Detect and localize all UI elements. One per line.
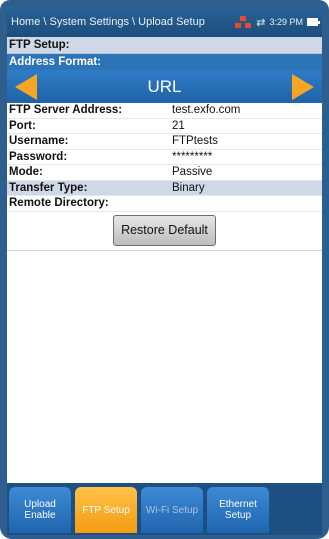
arrow-left-icon[interactable]: [15, 74, 37, 100]
tab-ftp-setup[interactable]: FTP Setup: [75, 487, 137, 533]
address-format-value: URL: [147, 76, 182, 96]
divider: [7, 249, 322, 251]
field-row-transfer-type[interactable]: Transfer Type: Binary: [7, 180, 322, 196]
field-row-remote-directory[interactable]: Remote Directory:: [7, 196, 322, 212]
section-title: FTP Setup:: [7, 37, 322, 54]
field-label: Remote Directory:: [9, 197, 109, 210]
field-label: Transfer Type:: [9, 181, 88, 194]
address-format-selector[interactable]: URL: [7, 70, 322, 103]
network-icon: [235, 15, 252, 29]
field-value[interactable]: FTPtests: [172, 135, 322, 147]
tab-upload-enable[interactable]: Upload Enable: [9, 487, 71, 533]
ftp-setup-panel: FTP Setup: Address Format: URL FTP Serve…: [7, 37, 322, 483]
arrow-right-icon[interactable]: [292, 74, 314, 100]
sync-icon: ⇄: [256, 16, 266, 29]
field-row-username[interactable]: Username: FTPtests: [7, 134, 322, 150]
screen: Home \ System Settings \ Upload Setup ⇄ …: [7, 7, 322, 535]
field-label: Username:: [9, 135, 69, 148]
battery-icon: [307, 18, 320, 26]
restore-area: Restore Default: [7, 212, 322, 246]
field-row-mode[interactable]: Mode: Passive: [7, 165, 322, 181]
tab-bar: Upload Enable FTP Setup Wi-Fi Setup Ethe…: [7, 483, 322, 535]
field-value[interactable]: Passive: [172, 166, 322, 178]
status-area: ⇄ 3:29 PM: [235, 15, 322, 29]
title-bar: Home \ System Settings \ Upload Setup ⇄ …: [7, 7, 322, 37]
field-label: Port:: [9, 119, 36, 132]
tab-ethernet-setup[interactable]: Ethernet Setup: [207, 487, 269, 533]
field-value[interactable]: 21: [172, 120, 322, 132]
field-label: FTP Server Address:: [9, 104, 123, 117]
field-row-server-address[interactable]: FTP Server Address: test.exfo.com: [7, 103, 322, 119]
field-row-port[interactable]: Port: 21: [7, 119, 322, 134]
tab-wifi-setup: Wi-Fi Setup: [141, 487, 203, 533]
field-row-password[interactable]: Password: *********: [7, 150, 322, 165]
device-frame: Home \ System Settings \ Upload Setup ⇄ …: [0, 0, 329, 539]
field-value[interactable]: Binary: [172, 182, 322, 194]
restore-default-button[interactable]: Restore Default: [113, 214, 216, 246]
field-label: Password:: [9, 150, 68, 163]
clock: 3:29 PM: [269, 17, 303, 27]
address-format-label: Address Format:: [7, 54, 322, 70]
field-value[interactable]: test.exfo.com: [172, 104, 322, 116]
field-label: Mode:: [9, 166, 43, 179]
field-value[interactable]: *********: [172, 151, 322, 163]
breadcrumb[interactable]: Home \ System Settings \ Upload Setup: [11, 16, 235, 28]
